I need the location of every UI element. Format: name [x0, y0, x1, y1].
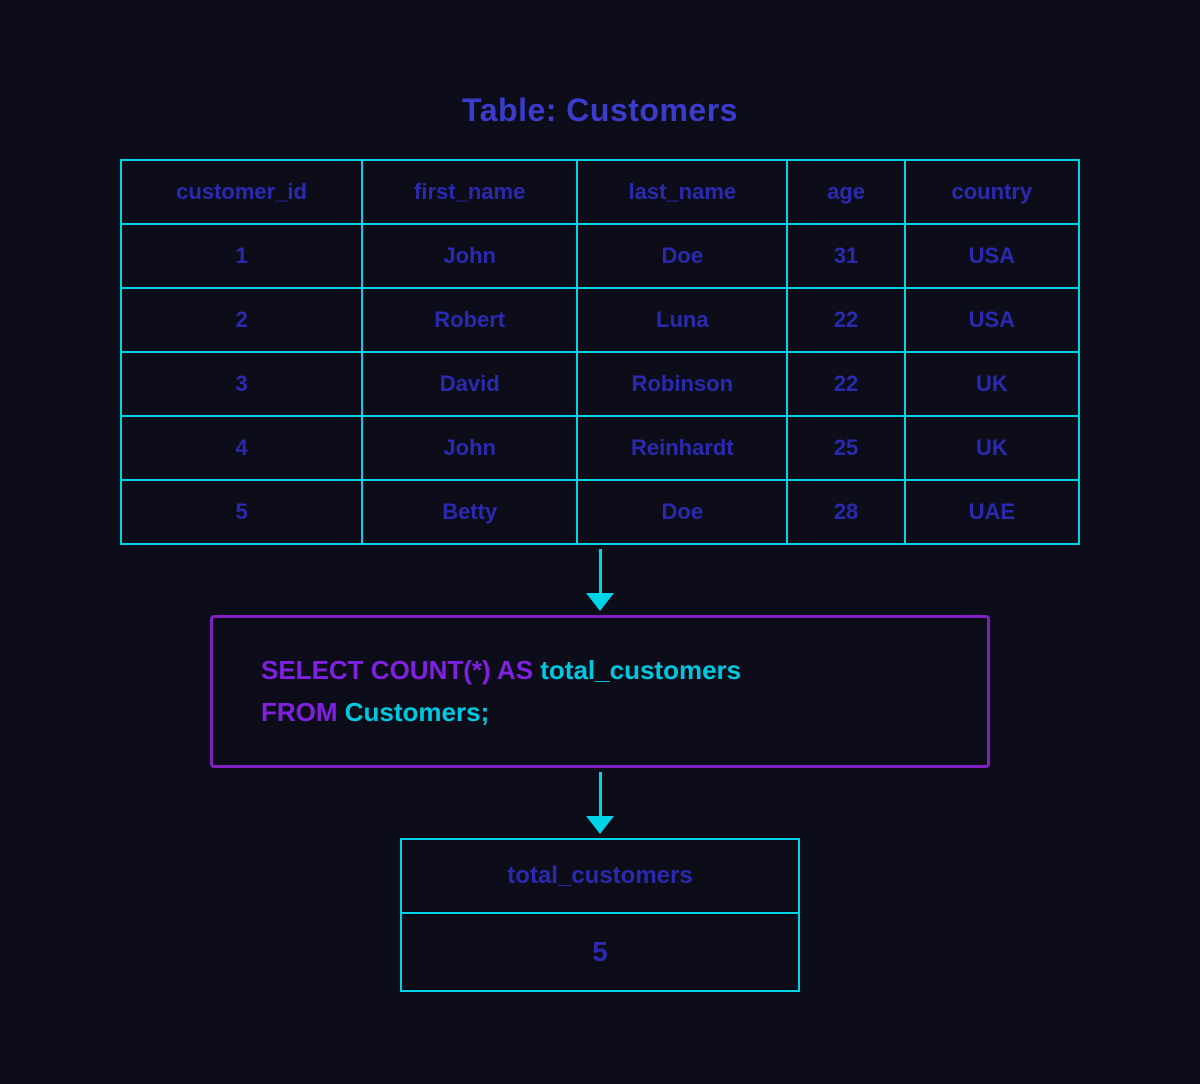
table-cell: Doe: [577, 480, 787, 544]
result-table: total_customers 5: [400, 838, 800, 992]
table-cell: UAE: [905, 480, 1079, 544]
table-cell: 5: [121, 480, 362, 544]
table-cell: Robert: [362, 288, 577, 352]
table-cell: USA: [905, 288, 1079, 352]
table-cell: 2: [121, 288, 362, 352]
table-cell: David: [362, 352, 577, 416]
table-cell: USA: [905, 224, 1079, 288]
table-cell: 22: [787, 288, 904, 352]
table-cell: Doe: [577, 224, 787, 288]
table-header-cell: last_name: [577, 160, 787, 224]
table-row: 1JohnDoe31USA: [121, 224, 1079, 288]
sql-line-1: SELECT COUNT(*) AS total_customers: [261, 650, 939, 692]
table-cell: John: [362, 416, 577, 480]
result-value: 5: [401, 913, 799, 991]
table-header-cell: country: [905, 160, 1079, 224]
table-row: 2RobertLuna22USA: [121, 288, 1079, 352]
arrow-table-to-sql: [586, 549, 614, 611]
sql-keyword-select: SELECT COUNT(*) AS: [261, 655, 533, 685]
sql-text-total-customers: total_customers: [533, 655, 741, 685]
table-cell: 3: [121, 352, 362, 416]
sql-box: SELECT COUNT(*) AS total_customers FROM …: [210, 615, 990, 768]
table-cell: John: [362, 224, 577, 288]
arrow-line: [599, 549, 602, 593]
result-header-row: total_customers: [401, 839, 799, 913]
table-cell: 4: [121, 416, 362, 480]
table-row: 4JohnReinhardt25UK: [121, 416, 1079, 480]
arrow-head-2: [586, 816, 614, 834]
table-row: 5BettyDoe28UAE: [121, 480, 1079, 544]
page-title: Table: Customers: [462, 92, 738, 129]
table-cell: UK: [905, 352, 1079, 416]
table-cell: Betty: [362, 480, 577, 544]
table-cell: 22: [787, 352, 904, 416]
sql-line-2: FROM Customers;: [261, 692, 939, 734]
sql-keyword-from: FROM: [261, 697, 338, 727]
sql-text-from-customers: Customers;: [338, 697, 490, 727]
table-header-cell: first_name: [362, 160, 577, 224]
table-cell: Robinson: [577, 352, 787, 416]
table-cell: Reinhardt: [577, 416, 787, 480]
table-header-row: customer_idfirst_namelast_nameagecountry: [121, 160, 1079, 224]
table-cell: 31: [787, 224, 904, 288]
customers-table: customer_idfirst_namelast_nameagecountry…: [120, 159, 1080, 545]
arrow-sql-to-result: [586, 772, 614, 834]
table-cell: UK: [905, 416, 1079, 480]
diagram: Table: Customers customer_idfirst_namela…: [0, 52, 1200, 1032]
table-row: 3DavidRobinson22UK: [121, 352, 1079, 416]
table-header-cell: customer_id: [121, 160, 362, 224]
table-cell: 25: [787, 416, 904, 480]
table-cell: Luna: [577, 288, 787, 352]
table-cell: 1: [121, 224, 362, 288]
result-data-row: 5: [401, 913, 799, 991]
table-header-cell: age: [787, 160, 904, 224]
table-cell: 28: [787, 480, 904, 544]
arrow-head: [586, 593, 614, 611]
result-column-header: total_customers: [401, 839, 799, 913]
arrow-line-2: [599, 772, 602, 816]
